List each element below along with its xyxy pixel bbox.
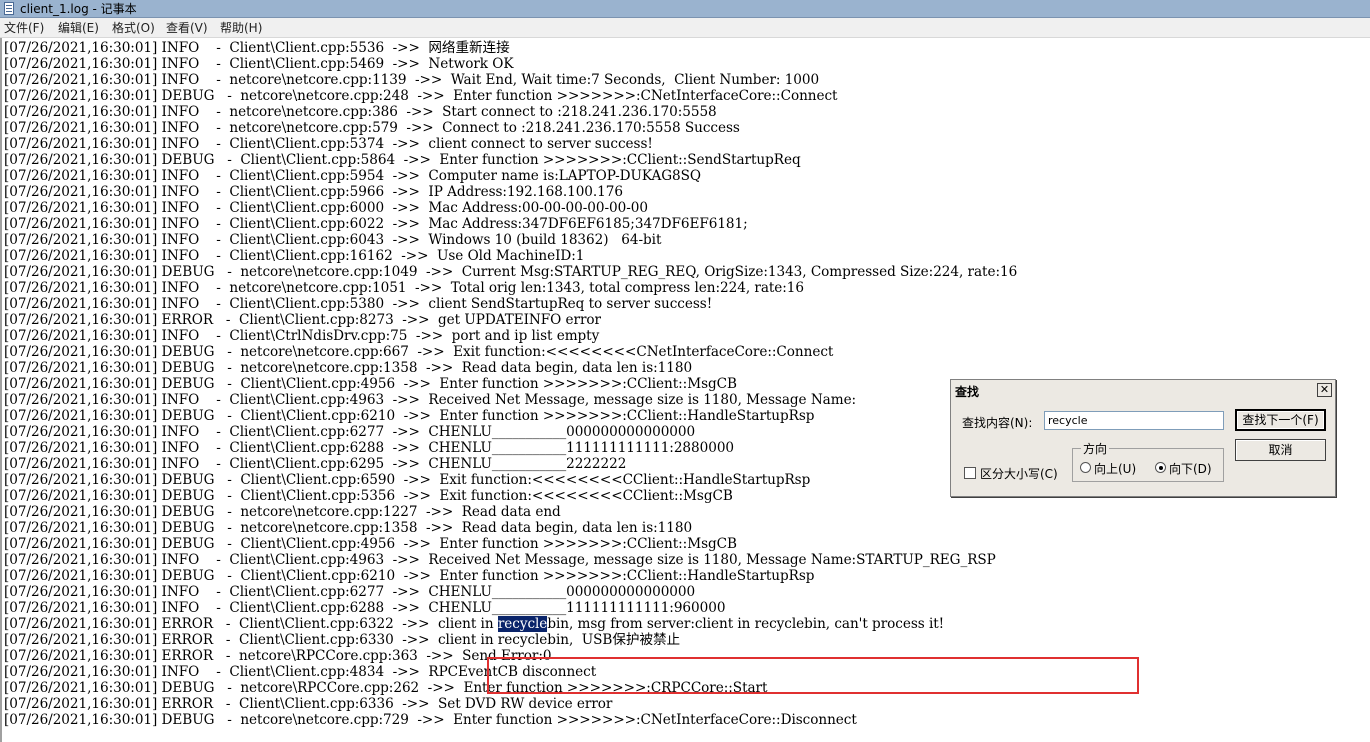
log-line: [07/26/2021,16:30:01] INFO - Client\Clie… (4, 168, 701, 184)
log-line: [07/26/2021,16:30:01] INFO - Client\Clie… (4, 200, 648, 216)
log-line: [07/26/2021,16:30:01] DEBUG - netcore\ne… (4, 504, 561, 520)
cancel-button[interactable]: 取消 (1235, 439, 1326, 461)
direction-up-radio[interactable] (1080, 462, 1091, 473)
menu-help[interactable]: 帮助(H) (220, 20, 262, 36)
direction-up-label: 向上(U) (1094, 462, 1137, 476)
log-line: [07/26/2021,16:30:01] DEBUG - netcore\ne… (4, 712, 857, 728)
log-line: [07/26/2021,16:30:01] INFO - Client\Clie… (4, 600, 726, 616)
log-line: [07/26/2021,16:30:01] DEBUG - Client\Cli… (4, 536, 737, 552)
log-line: [07/26/2021,16:30:01] ERROR - Client\Cli… (4, 632, 681, 648)
log-line: [07/26/2021,16:30:01] ERROR - Client\Cli… (4, 312, 601, 328)
find-label: 查找内容(N): (962, 416, 1033, 430)
log-line: [07/26/2021,16:30:01] DEBUG - netcore\ne… (4, 360, 693, 376)
log-line: [07/26/2021,16:30:01] INFO - Client\Ctrl… (4, 328, 600, 344)
log-line: [07/26/2021,16:30:01] INFO - Client\Clie… (4, 40, 510, 56)
menu-file[interactable]: 文件(F) (4, 20, 44, 36)
log-line: [07/26/2021,16:30:01] INFO - Client\Clie… (4, 248, 585, 264)
editor-border (0, 38, 2, 742)
log-line: [07/26/2021,16:30:01] INFO - Client\Clie… (4, 440, 735, 456)
log-line: [07/26/2021,16:30:01] INFO - Client\Clie… (4, 392, 857, 408)
log-line: [07/26/2021,16:30:01] DEBUG - netcore\ne… (4, 344, 834, 360)
title-bar: client_1.log - 记事本 (0, 0, 1370, 18)
log-line: [07/26/2021,16:30:01] INFO - netcore\net… (4, 104, 717, 120)
menu-format[interactable]: 格式(O) (112, 20, 155, 36)
log-line: [07/26/2021,16:30:01] ERROR - Client\Cli… (4, 616, 945, 632)
direction-legend: 方向 (1081, 440, 1110, 457)
log-line: [07/26/2021,16:30:01] INFO - netcore\net… (4, 72, 820, 88)
annotation-highlight-box (487, 657, 1139, 694)
selected-match: recycle (497, 616, 548, 632)
log-line: [07/26/2021,16:30:01] DEBUG - Client\Cli… (4, 568, 815, 584)
log-line: [07/26/2021,16:30:01] INFO - Client\Clie… (4, 552, 996, 568)
notepad-document-icon (4, 2, 14, 15)
log-line: [07/26/2021,16:30:01] INFO - netcore\net… (4, 280, 805, 296)
direction-down-label: 向下(D) (1169, 462, 1212, 476)
log-lines: [07/26/2021,16:30:01] INFO - Client\Clie… (4, 40, 1017, 728)
close-icon[interactable]: ✕ (1317, 383, 1332, 397)
log-line: [07/26/2021,16:30:01] DEBUG - Client\Cli… (4, 408, 815, 424)
log-line: [07/26/2021,16:30:01] DEBUG - netcore\ne… (4, 88, 838, 104)
log-line: [07/26/2021,16:30:01] INFO - netcore\net… (4, 120, 740, 136)
match-case-label: 区分大小写(C) (980, 467, 1058, 481)
find-dialog: 查找 ✕ 查找内容(N): 查找下一个(F) 取消 方向 向上(U) 向下(D)… (950, 379, 1336, 497)
direction-down-radio[interactable] (1155, 462, 1166, 473)
menu-bar: 文件(F) 编辑(E) 格式(O) 查看(V) 帮助(H) (0, 18, 1370, 38)
log-line: [07/26/2021,16:30:01] INFO - Client\Clie… (4, 232, 662, 248)
match-case-checkbox[interactable] (964, 467, 976, 479)
log-line: [07/26/2021,16:30:01] INFO - Client\Clie… (4, 296, 713, 312)
log-line: [07/26/2021,16:30:01] INFO - Client\Clie… (4, 216, 748, 232)
menu-edit[interactable]: 编辑(E) (58, 20, 99, 36)
find-next-button[interactable]: 查找下一个(F) (1235, 409, 1326, 431)
find-input[interactable] (1044, 411, 1224, 430)
window-title: client_1.log - 记事本 (20, 2, 137, 16)
log-line: [07/26/2021,16:30:01] DEBUG - Client\Cli… (4, 376, 737, 392)
log-line: [07/26/2021,16:30:01] INFO - Client\Clie… (4, 456, 627, 472)
log-line: [07/26/2021,16:30:01] DEBUG - Client\Cli… (4, 488, 733, 504)
log-line: [07/26/2021,16:30:01] INFO - Client\Clie… (4, 184, 623, 200)
log-line: [07/26/2021,16:30:01] DEBUG - Client\Cli… (4, 152, 801, 168)
menu-view[interactable]: 查看(V) (166, 20, 208, 36)
log-line: [07/26/2021,16:30:01] INFO - Client\Clie… (4, 136, 653, 152)
log-line: [07/26/2021,16:30:01] DEBUG - Client\Cli… (4, 472, 811, 488)
log-line: [07/26/2021,16:30:01] INFO - Client\Clie… (4, 584, 696, 600)
log-line: [07/26/2021,16:30:01] INFO - Client\Clie… (4, 56, 514, 72)
log-line: [07/26/2021,16:30:01] ERROR - Client\Cli… (4, 696, 613, 712)
find-dialog-title: 查找 (955, 385, 980, 399)
direction-group: 方向 向上(U) 向下(D) (1072, 440, 1224, 482)
log-line: [07/26/2021,16:30:01] DEBUG - netcore\ne… (4, 520, 693, 536)
log-line: [07/26/2021,16:30:01] DEBUG - netcore\ne… (4, 264, 1018, 280)
log-line: [07/26/2021,16:30:01] INFO - Client\Clie… (4, 424, 696, 440)
